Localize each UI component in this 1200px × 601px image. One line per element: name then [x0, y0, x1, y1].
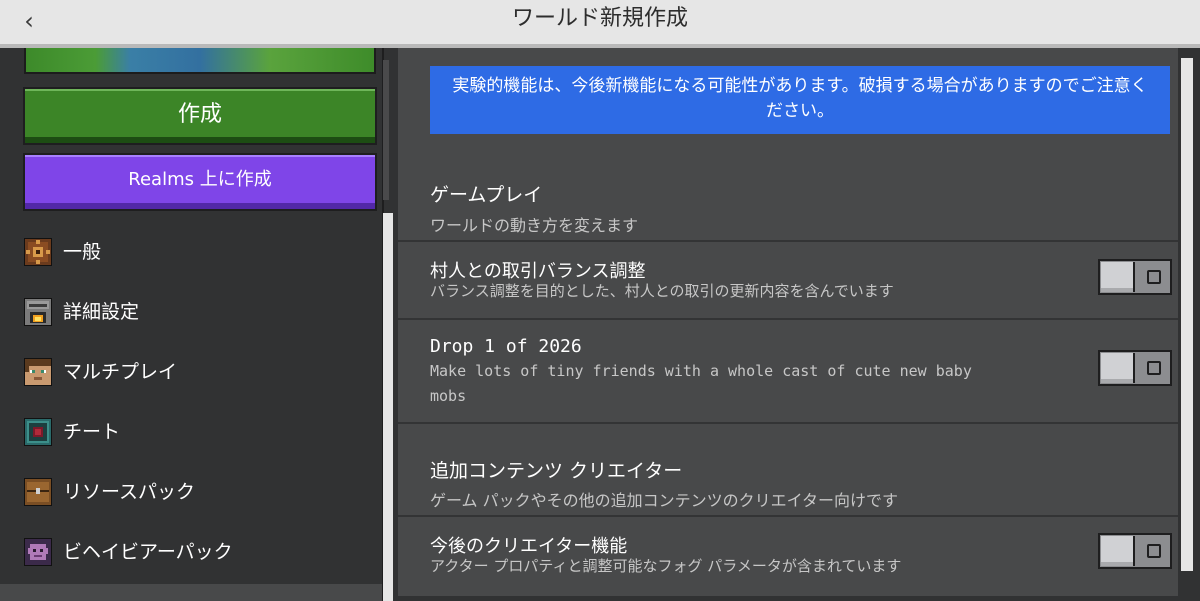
divider — [398, 515, 1180, 517]
main-scrollbar-thumb[interactable] — [1181, 58, 1193, 571]
toggle-knob — [1101, 353, 1135, 383]
toggle-off-icon — [1147, 544, 1161, 558]
sidebar-item-advanced[interactable]: 詳細設定 — [0, 283, 380, 341]
sidebar-item-partial[interactable] — [0, 584, 382, 601]
gear-icon — [24, 238, 52, 266]
sidebar-item-label: リソースパック — [63, 481, 196, 503]
section-desc-addon-creators: ゲーム パックやその他の追加コンテンツのクリエイター向けです — [430, 491, 898, 510]
setting-desc: アクター プロパティと調整可能なフォグ パラメータが含まれています — [430, 557, 902, 575]
upcoming-creator-features-toggle[interactable] — [1098, 533, 1172, 569]
sidebar-panel: 作成 Realms 上に作成 一般 詳細設定 マルチプレイ チート リソースパッ… — [0, 48, 384, 601]
furnace-icon — [24, 298, 52, 326]
title-bar: ‹ ワールド新規作成 — [0, 0, 1200, 48]
sidebar-scrollbar-track — [383, 60, 389, 200]
toggle-knob — [1101, 536, 1135, 566]
creature-icon — [24, 538, 52, 566]
sidebar-item-label: ビヘイビアーパック — [63, 541, 233, 563]
toggle-off-icon — [1147, 270, 1161, 284]
setting-title: Drop 1 of 2026 — [430, 336, 582, 357]
setting-desc: Make lots of tiny friends with a whole c… — [430, 362, 972, 405]
sidebar-item-behavior-packs[interactable]: ビヘイビアーパック — [0, 523, 380, 581]
experiments-panel: 実験的機能は、今後新機能になる可能性があります。破損する場合がありますのでご注意… — [398, 48, 1200, 601]
sidebar-item-general[interactable]: 一般 — [0, 223, 380, 281]
sidebar-scrollbar-thumb[interactable] — [383, 213, 393, 601]
section-title-gameplay: ゲームプレイ — [430, 184, 543, 206]
experimental-warning-banner: 実験的機能は、今後新機能になる可能性があります。破損する場合がありますのでご注意… — [430, 66, 1170, 134]
sidebar-item-label: 一般 — [63, 241, 102, 263]
sidebar: 作成 Realms 上に作成 一般 詳細設定 マルチプレイ チート リソースパッ… — [0, 48, 398, 601]
toggle-knob — [1101, 262, 1135, 292]
divider — [398, 318, 1180, 320]
command-block-icon — [24, 418, 52, 446]
page-title: ワールド新規作成 — [511, 6, 688, 31]
sidebar-item-label: 詳細設定 — [63, 301, 140, 323]
villager-trade-rebalance-toggle[interactable] — [1098, 259, 1172, 295]
create-on-realms-button[interactable]: Realms 上に作成 — [23, 153, 377, 211]
player-face-icon — [24, 358, 52, 386]
chest-icon — [24, 478, 52, 506]
sidebar-item-resource-packs[interactable]: リソースパック — [0, 463, 380, 521]
divider — [398, 596, 1180, 601]
sidebar-item-cheats[interactable]: チート — [0, 403, 380, 461]
drop-1-2026-toggle[interactable] — [1098, 350, 1172, 386]
toggle-off-icon — [1147, 361, 1161, 375]
section-title-addon-creators: 追加コンテンツ クリエイター — [430, 460, 683, 482]
world-thumbnail — [24, 48, 376, 74]
sidebar-item-label: マルチプレイ — [63, 361, 178, 383]
divider — [398, 240, 1180, 242]
setting-desc: バランス調整を目的とした、村人との取引の更新内容を含んでいます — [430, 282, 894, 300]
sidebar-item-multiplayer[interactable]: マルチプレイ — [0, 343, 380, 401]
sidebar-item-label: チート — [63, 421, 121, 443]
section-desc-gameplay: ワールドの動き方を変えます — [430, 216, 639, 235]
create-button[interactable]: 作成 — [23, 87, 377, 145]
divider — [398, 422, 1180, 424]
